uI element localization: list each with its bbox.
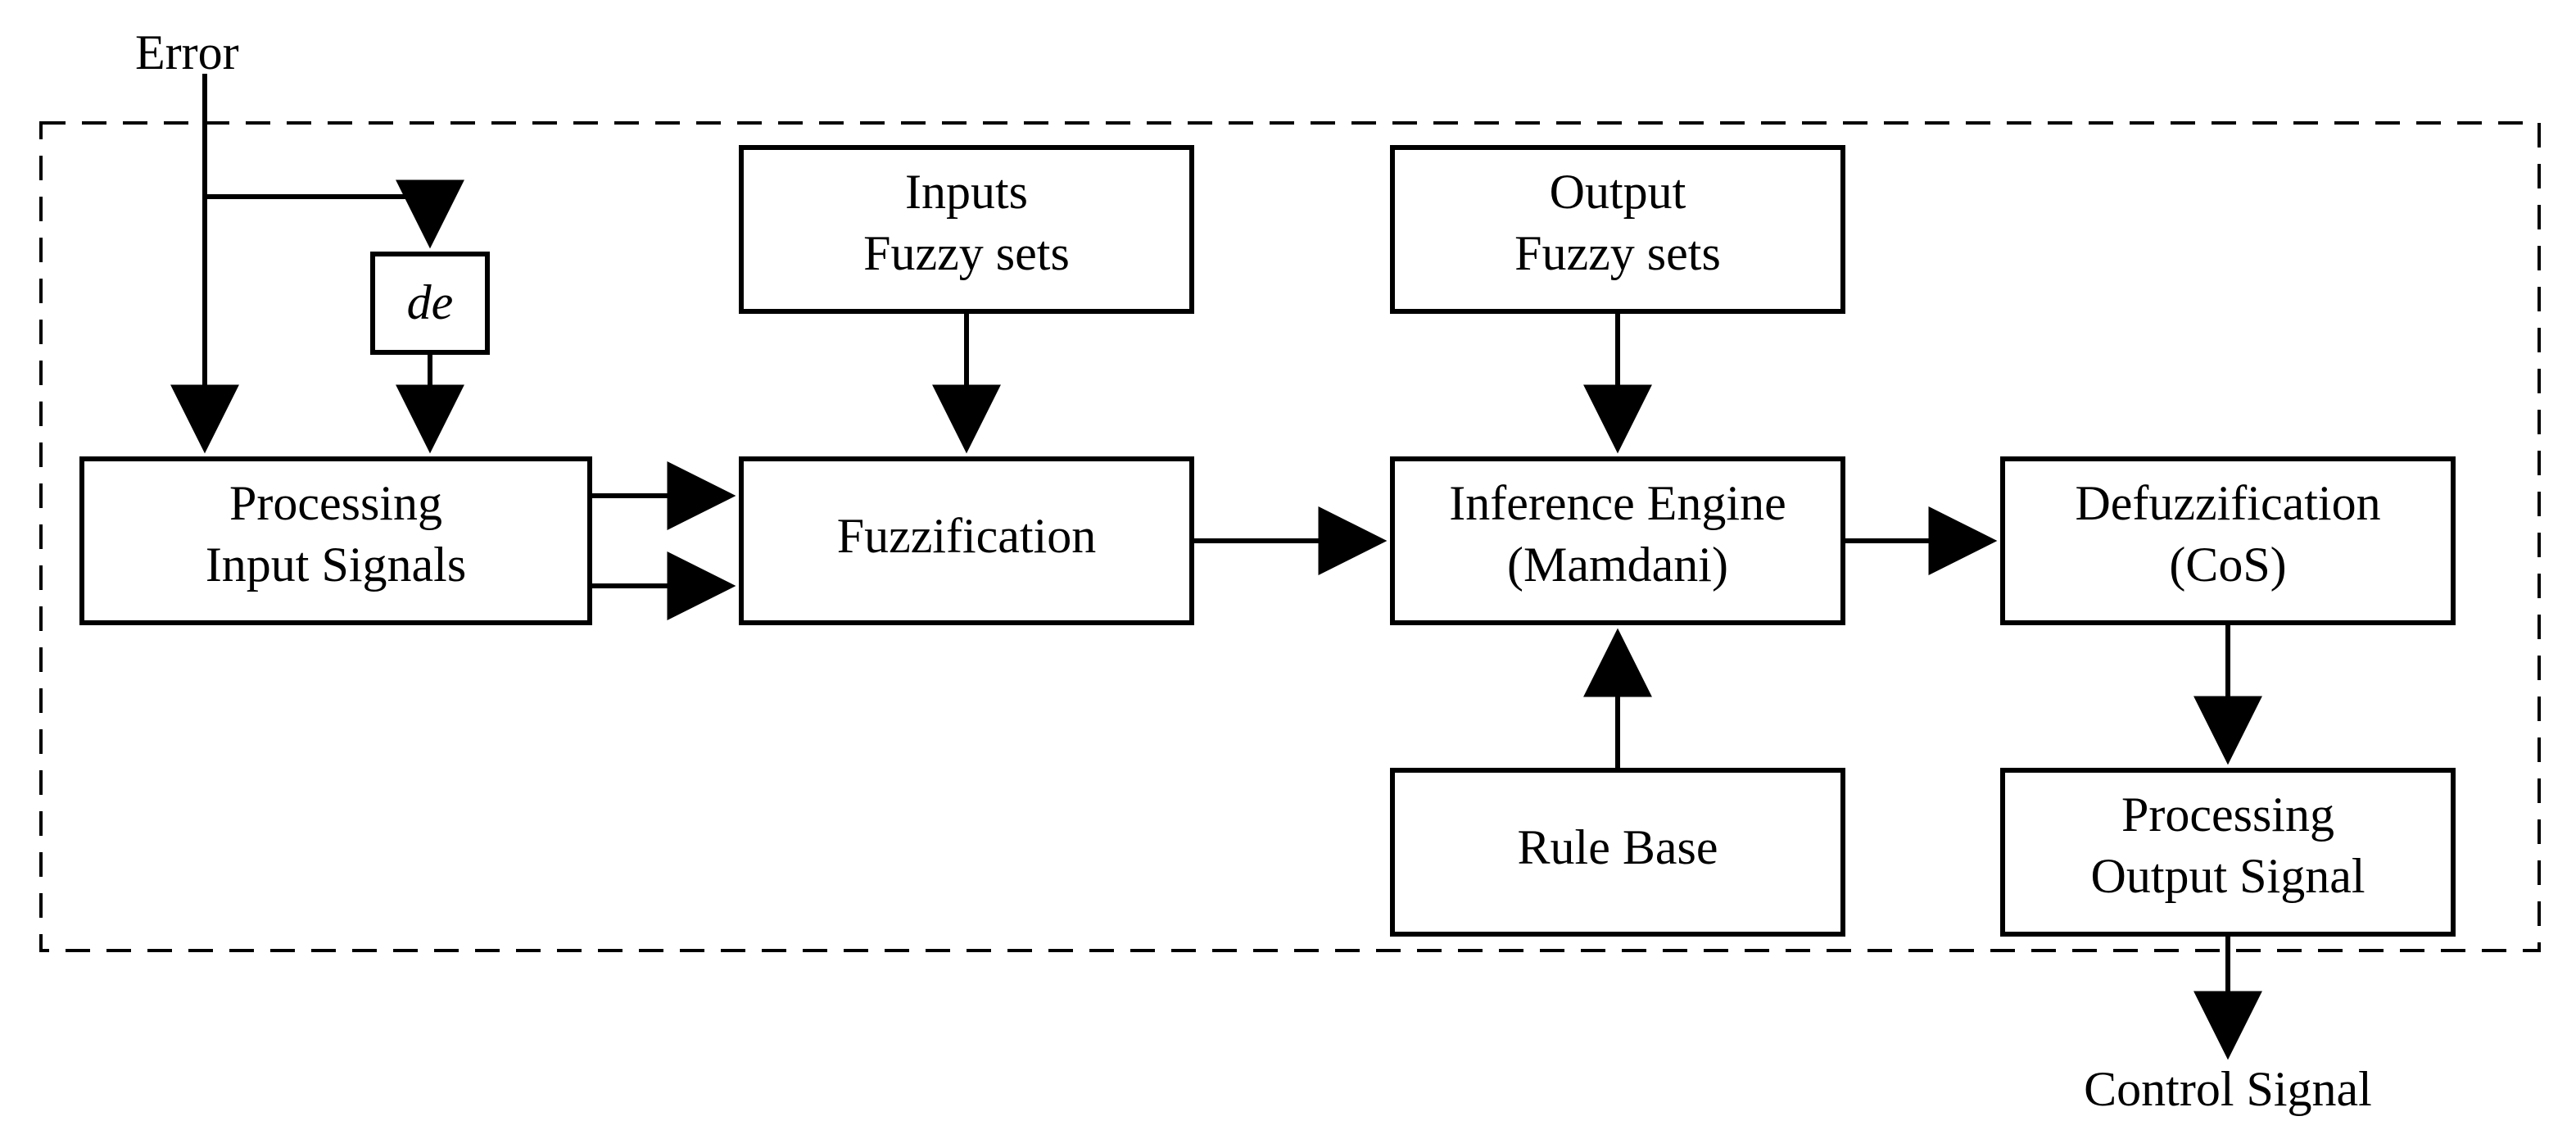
processing-input-line2: Input Signals [206, 538, 466, 592]
fuzzy-controller-diagram: Error de Processing Input Signals Inputs… [0, 0, 2576, 1139]
inference-line1: Inference Engine [1449, 476, 1786, 530]
de-label: de [407, 275, 454, 329]
rule-base-label: Rule Base [1518, 820, 1718, 874]
defuzz-line1: Defuzzification [2075, 476, 2380, 530]
proc-out-line1: Processing [2121, 787, 2334, 842]
defuzz-line2: (CoS) [2169, 538, 2286, 592]
inputs-fuzzy-line2: Fuzzy sets [863, 226, 1070, 280]
proc-out-line2: Output Signal [2090, 849, 2365, 903]
output-fuzzy-line1: Output [1550, 165, 1686, 219]
arrow-error-to-de [205, 197, 430, 242]
inputs-fuzzy-line1: Inputs [905, 165, 1028, 219]
inference-line2: (Mamdani) [1507, 538, 1728, 592]
fuzzification-label: Fuzzification [837, 509, 1097, 563]
control-signal-label: Control Signal [2084, 1062, 2372, 1116]
output-fuzzy-line2: Fuzzy sets [1514, 226, 1721, 280]
error-label: Error [135, 25, 239, 79]
processing-input-line1: Processing [229, 476, 442, 530]
